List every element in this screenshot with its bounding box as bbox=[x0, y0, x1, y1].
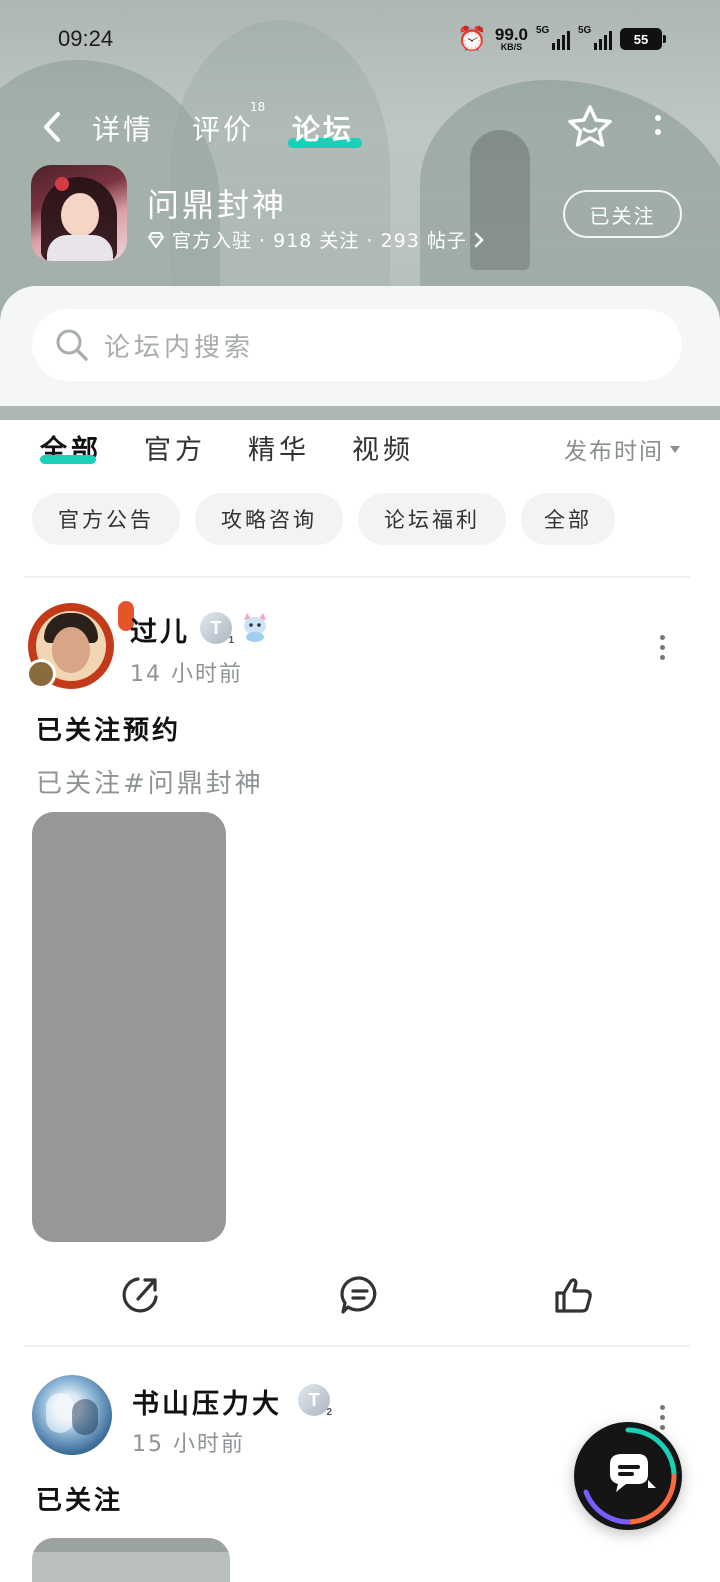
post-title[interactable]: 已关注 bbox=[36, 1480, 123, 1517]
filter-tab-official[interactable]: 官方 bbox=[144, 428, 206, 467]
more-icon[interactable] bbox=[646, 112, 670, 142]
search-icon bbox=[56, 329, 88, 361]
level-badge: T2 bbox=[298, 1384, 332, 1418]
chip-forum-benefits[interactable]: 论坛福利 bbox=[358, 493, 506, 545]
level-badge: T1 bbox=[200, 612, 234, 646]
status-time: 09:24 bbox=[58, 26, 114, 51]
signal-icon: 5G bbox=[578, 25, 612, 52]
post-time: 14 小时前 bbox=[130, 662, 243, 687]
divider bbox=[24, 1345, 690, 1347]
share-icon[interactable] bbox=[118, 1273, 162, 1317]
post-title[interactable]: 已关注预约 bbox=[36, 710, 181, 747]
post-username[interactable]: 过儿 bbox=[130, 610, 190, 649]
diamond-icon bbox=[148, 231, 164, 248]
avatar[interactable] bbox=[32, 1375, 112, 1455]
tab-forum[interactable]: 论坛 bbox=[292, 108, 354, 148]
chat-fab-button[interactable] bbox=[574, 1422, 682, 1530]
cat-badge-icon bbox=[244, 613, 266, 642]
game-icon[interactable] bbox=[31, 165, 127, 261]
sort-label: 发布时间 bbox=[564, 439, 664, 465]
back-icon[interactable] bbox=[38, 110, 68, 144]
filter-tab-featured[interactable]: 精华 bbox=[248, 428, 310, 467]
post-time: 15 小时前 bbox=[132, 1432, 245, 1457]
post-image[interactable] bbox=[32, 1538, 230, 1582]
post-image[interactable] bbox=[32, 812, 226, 1242]
game-meta[interactable]: 官方入驻 · 918 关注 · 293 帖子 bbox=[146, 226, 485, 253]
tab-review[interactable]: 评价 bbox=[192, 108, 254, 148]
filter-tab-indicator bbox=[40, 455, 96, 464]
post-body[interactable]: 已关注#问鼎封神 bbox=[36, 763, 264, 800]
search-input[interactable]: 论坛内搜索 bbox=[32, 309, 682, 381]
alarm-icon: ⏰ bbox=[457, 25, 487, 53]
chip-guide-consult[interactable]: 攻略咨询 bbox=[195, 493, 343, 545]
divider bbox=[24, 576, 690, 578]
search-placeholder: 论坛内搜索 bbox=[104, 332, 255, 363]
status-bar: 09:24 ⏰ 99.0 KB/S 5G 5G 55 bbox=[0, 20, 720, 60]
like-icon[interactable] bbox=[551, 1273, 595, 1317]
game-title: 问鼎封神 bbox=[147, 186, 288, 224]
star-face-icon[interactable] bbox=[566, 103, 614, 151]
follow-button[interactable]: 已关注 bbox=[563, 190, 682, 238]
post-username[interactable]: 书山压力大 bbox=[132, 1382, 282, 1421]
chip-all[interactable]: 全部 bbox=[521, 493, 615, 545]
caret-down-icon bbox=[670, 445, 680, 453]
net-speed: 99.0 KB/S bbox=[494, 25, 528, 52]
review-count: 18 bbox=[250, 100, 266, 114]
post-more-icon[interactable] bbox=[655, 635, 669, 660]
sort-dropdown[interactable]: 发布时间 bbox=[564, 432, 680, 466]
chip-official-announcement[interactable]: 官方公告 bbox=[32, 493, 180, 545]
avatar[interactable] bbox=[26, 601, 134, 691]
chevron-right-icon bbox=[474, 232, 484, 247]
battery-icon: 55 bbox=[620, 28, 666, 50]
comment-icon[interactable] bbox=[338, 1273, 382, 1317]
filter-tab-video[interactable]: 视频 bbox=[352, 428, 414, 467]
chat-icon bbox=[583, 1427, 677, 1525]
signal-icon: 5G bbox=[536, 25, 570, 52]
game-meta-text: 官方入驻 · 918 关注 · 293 帖子 bbox=[172, 230, 467, 252]
tab-detail[interactable]: 详情 bbox=[92, 108, 154, 148]
